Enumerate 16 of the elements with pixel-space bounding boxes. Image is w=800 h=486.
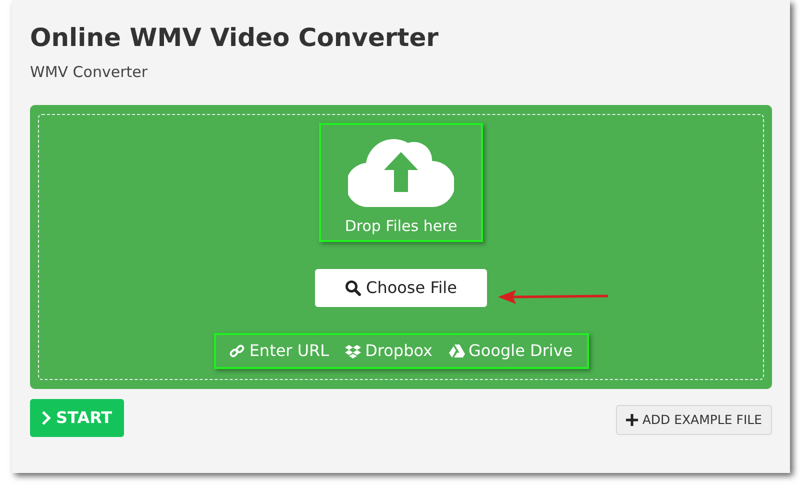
add-example-file-button[interactable]: ADD EXAMPLE FILE [616, 405, 772, 435]
page-title: Online WMV Video Converter [30, 22, 440, 54]
search-icon [345, 280, 362, 296]
drop-label: Drop Files here [344, 216, 458, 237]
plus-icon [626, 414, 638, 426]
source-link[interactable]: Dropbox [345, 339, 433, 363]
start-button[interactable]: START [30, 399, 124, 437]
chevron-right-icon [40, 410, 52, 426]
source-link[interactable]: Enter URL [229, 339, 330, 363]
choose-file-button[interactable]: Choose File [315, 269, 487, 307]
dropbox-icon [345, 343, 362, 359]
drop-area[interactable]: Drop Files here Choose File Enter URL Dropbox Google Drive [38, 114, 764, 380]
source-link[interactable]: Google Drive [448, 339, 573, 363]
drive-icon [448, 343, 465, 359]
page-subtitle: WMV Converter [30, 62, 149, 82]
link-icon [229, 343, 246, 359]
